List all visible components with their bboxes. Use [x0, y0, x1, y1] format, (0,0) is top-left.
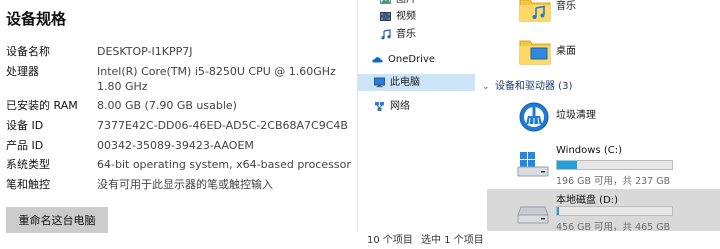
onedrive-icon [372, 57, 383, 63]
folder-tile-desktop[interactable]: 桌面 [475, 36, 720, 70]
nav-item-pictures[interactable]: 图片 [358, 0, 475, 8]
spec-key: 笔和触控 [6, 178, 50, 191]
nav-item-music[interactable]: 音乐 [358, 26, 475, 43]
spec-value[interactable]: DESKTOP-I1KPP7J [97, 44, 351, 59]
folder-label: 音乐 [556, 1, 576, 12]
device-specifications-panel: 设备规格 设备名称 DESKTOP-I1KPP7J 处理器 Intel(R) C… [0, 0, 356, 249]
devices-and-drives-header[interactable]: ⌄ 设备和驱动器 (3) [480, 80, 720, 94]
desktop-folder-icon [519, 40, 551, 65]
folder-label: 桌面 [556, 46, 576, 57]
explorer-status-bar: 10 个项目 选中 1 个项目 [357, 232, 720, 249]
this-pc-icon [374, 77, 385, 88]
nav-item-label: 视频 [396, 11, 416, 22]
spec-value[interactable]: 64-bit operating system, x64-based proce… [97, 157, 351, 172]
nav-item-videos[interactable]: 视频 [358, 8, 475, 25]
drive-usage-bar [556, 206, 673, 216]
explorer-navigation-pane: 图片 视频 音乐 OneDrive 此电脑 [357, 0, 475, 249]
nav-item-label: 此电脑 [390, 77, 420, 88]
spec-value[interactable]: 没有可用于此显示器的笔或触控输入 [97, 177, 351, 192]
pictures-icon [380, 0, 391, 4]
drive-name: 本地磁盘 (D:) [556, 195, 619, 206]
item-count: 10 个项目 [367, 235, 413, 246]
nav-item-label: 网络 [390, 101, 410, 112]
nav-item-label: 音乐 [396, 29, 416, 40]
folder-tile-music[interactable]: 音乐 [475, 0, 720, 30]
spec-value[interactable]: 00342-35089-39423-AAOEM [97, 138, 351, 153]
spec-key: 设备 ID [6, 119, 44, 132]
explorer-content-pane: 音乐 桌面 ⌄ 设备和驱动器 (3) 垃圾清理 Windows (C:) 196… [475, 0, 720, 249]
junk-cleanup-app[interactable]: 垃圾清理 [487, 98, 720, 140]
drive-usage-bar [556, 160, 673, 170]
spec-value[interactable]: 7377E42C-DD06-46ED-AD5C-2CB68A7C9C4B [97, 118, 351, 133]
section-header-label: 设备和驱动器 (3) [495, 81, 573, 92]
drive-usage-fill [557, 161, 577, 169]
drive-free-space: 196 GB 可用，共 237 GB [556, 176, 671, 187]
drive-usage-fill [557, 207, 560, 215]
chevron-down-icon: ⌄ [482, 82, 490, 92]
local-disk-icon [517, 206, 549, 224]
drive-c[interactable]: Windows (C:) 196 GB 可用，共 237 GB [487, 143, 720, 187]
device-specifications-title: 设备规格 [6, 10, 67, 28]
nav-item-onedrive[interactable]: OneDrive [358, 51, 475, 68]
nav-item-this-pc[interactable]: 此电脑 [358, 74, 475, 91]
rename-this-pc-button[interactable]: 重命名这台电脑 [6, 207, 108, 233]
nav-item-network[interactable]: 网络 [358, 98, 475, 115]
selected-count: 选中 1 个项目 [421, 235, 484, 246]
spec-key: 设备名称 [6, 45, 50, 58]
music-folder-icon [519, 0, 551, 22]
drive-free-space: 456 GB 可用，共 465 GB [556, 222, 671, 233]
music-icon [381, 29, 391, 40]
cleanup-broom-icon [519, 102, 549, 132]
spec-value[interactable]: Intel(R) Core(TM) i5-8250U CPU @ 1.60GHz… [97, 64, 351, 94]
windows-drive-icon [517, 152, 549, 177]
spec-key: 已安装的 RAM [6, 99, 78, 112]
spec-key: 系统类型 [6, 158, 50, 171]
nav-item-label: 图片 [396, 0, 416, 8]
videos-icon [380, 12, 391, 21]
app-label: 垃圾清理 [556, 110, 596, 121]
nav-item-label: OneDrive [388, 54, 436, 65]
spec-key: 处理器 [6, 65, 39, 78]
spec-key: 产品 ID [6, 139, 44, 152]
network-icon [375, 102, 384, 111]
drive-d[interactable]: 本地磁盘 (D:) 456 GB 可用，共 465 GB [487, 189, 720, 233]
spec-value[interactable]: 8.00 GB (7.90 GB usable) [97, 98, 351, 113]
drive-name: Windows (C:) [556, 145, 622, 156]
